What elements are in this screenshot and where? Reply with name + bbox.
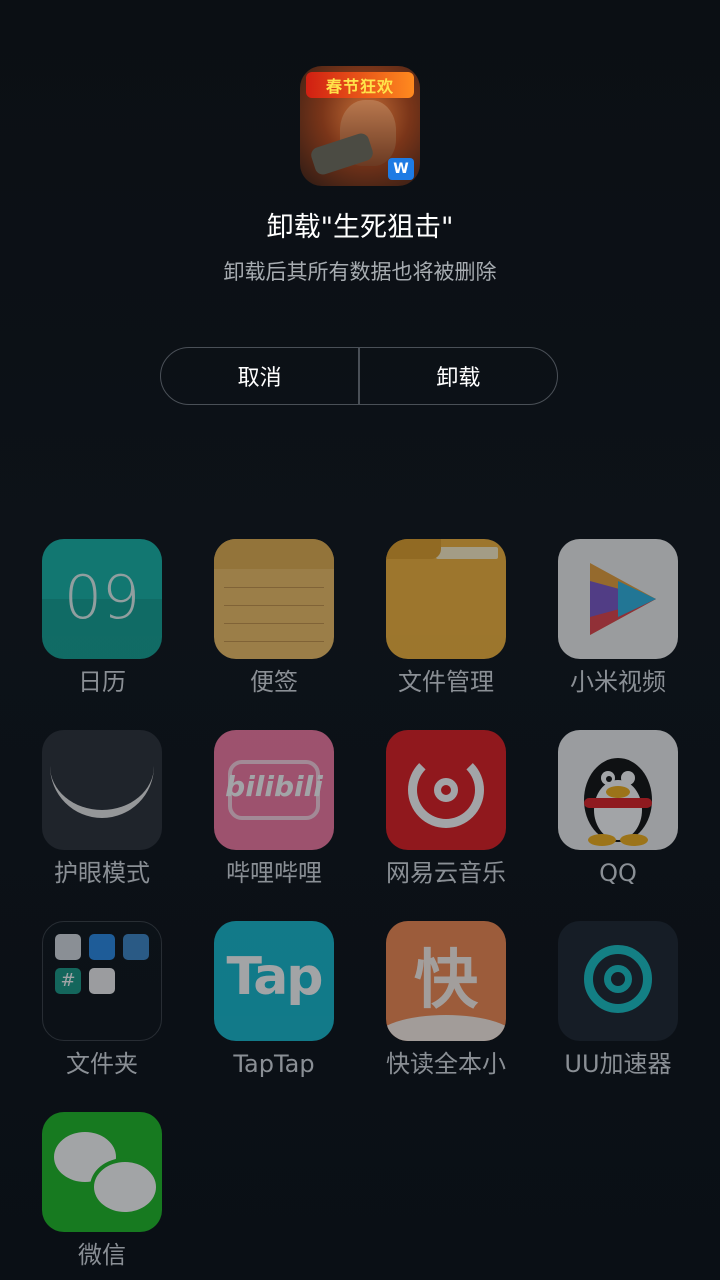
app-icon-banner: 春节狂欢 xyxy=(306,72,414,98)
qq-icon xyxy=(558,730,678,850)
dialog-title: 卸载"生死狙击" xyxy=(266,212,454,243)
dialog-subtitle: 卸载后其所有数据也将被删除 xyxy=(223,260,497,284)
app-folder[interactable]: # 文件夹 xyxy=(16,921,188,1081)
app-label: 小米视频 xyxy=(570,668,666,696)
mi-video-icon xyxy=(558,539,678,659)
app-taptap[interactable]: Tap TapTap xyxy=(188,921,360,1081)
netease-music-icon xyxy=(386,730,506,850)
uu-accelerator-icon xyxy=(558,921,678,1041)
app-icon-badge: W xyxy=(388,158,414,180)
app-notes[interactable]: 便签 xyxy=(188,539,360,699)
bilibili-icon: bilibili xyxy=(214,730,334,850)
app-label: UU加速器 xyxy=(564,1050,672,1078)
app-eye-care[interactable]: 护眼模式 xyxy=(16,730,188,890)
app-label: 护眼模式 xyxy=(54,859,150,887)
file-manager-icon xyxy=(386,539,506,659)
calendar-icon: 09 xyxy=(42,539,162,659)
app-label: 文件管理 xyxy=(398,668,494,696)
hash-icon: # xyxy=(55,968,81,994)
app-bilibili[interactable]: bilibili 哔哩哔哩 xyxy=(188,730,360,890)
uninstall-button[interactable]: 卸载 xyxy=(360,348,557,404)
app-label: TapTap xyxy=(233,1050,315,1078)
eye-care-icon xyxy=(42,730,162,850)
app-label: 文件夹 xyxy=(66,1050,138,1078)
kuaidu-logo-text: 快 xyxy=(414,944,478,1018)
app-file-manager[interactable]: 文件管理 xyxy=(360,539,532,699)
app-label: 哔哩哔哩 xyxy=(226,859,322,887)
app-label: QQ xyxy=(599,859,637,887)
app-qq[interactable]: QQ xyxy=(532,730,704,890)
app-netease-music[interactable]: 网易云音乐 xyxy=(360,730,532,890)
wechat-icon xyxy=(42,1112,162,1232)
app-calendar[interactable]: 09 日历 xyxy=(16,539,188,699)
app-label: 便签 xyxy=(250,668,298,696)
app-kuaidu[interactable]: 快 快读全本小 xyxy=(360,921,532,1081)
app-label: 快读全本小 xyxy=(386,1050,506,1078)
calendar-date: 09 xyxy=(63,563,141,633)
taptap-icon: Tap xyxy=(214,921,334,1041)
cancel-button[interactable]: 取消 xyxy=(161,348,358,404)
kuaidu-icon: 快 xyxy=(386,921,506,1041)
app-label: 网易云音乐 xyxy=(386,859,506,887)
app-mi-video[interactable]: 小米视频 xyxy=(532,539,704,699)
app-wechat[interactable]: 微信 xyxy=(16,1112,188,1272)
dialog-button-group: 取消 卸载 xyxy=(160,347,558,405)
app-label: 日历 xyxy=(78,668,126,696)
uninstall-app-icon: 春节狂欢 W xyxy=(300,66,420,186)
app-label: 微信 xyxy=(78,1241,126,1269)
folder-icon: # xyxy=(42,921,162,1041)
bilibili-logo-text: bilibili xyxy=(225,770,323,803)
notes-icon xyxy=(214,539,334,659)
app-uu-accelerator[interactable]: UU加速器 xyxy=(532,921,704,1081)
gun-shape xyxy=(309,131,375,177)
taptap-logo-text: Tap xyxy=(226,947,323,1007)
